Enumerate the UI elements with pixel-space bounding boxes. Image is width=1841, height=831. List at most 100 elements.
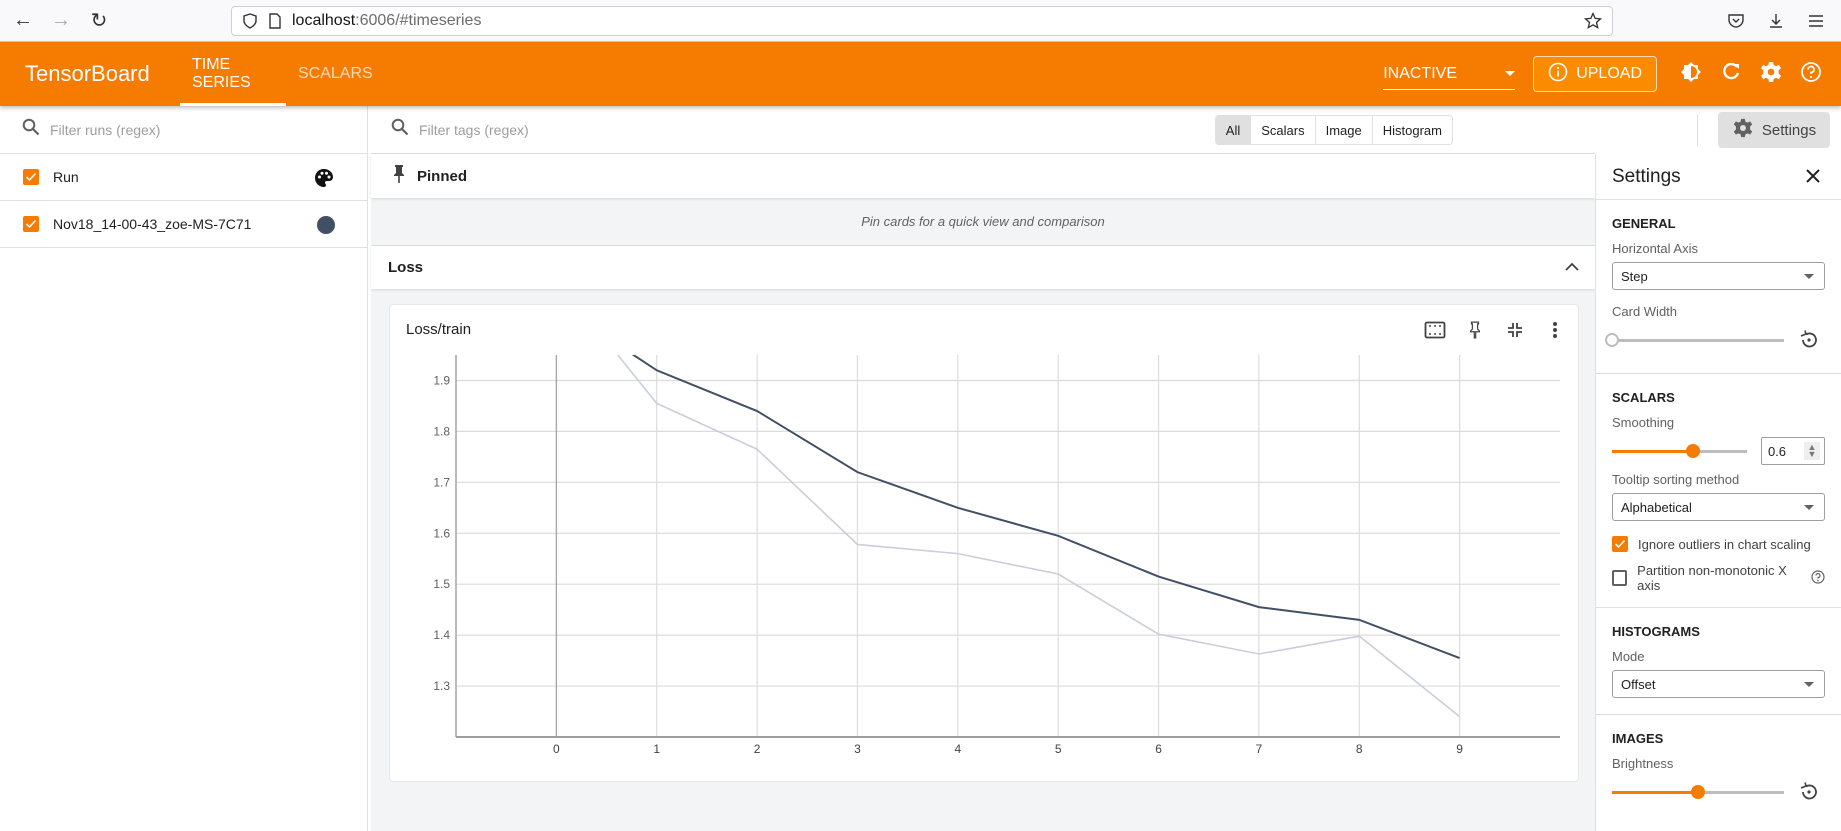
- x-tick-label: 1: [653, 742, 660, 756]
- ignore-outliers-checkbox[interactable]: [1612, 536, 1628, 552]
- run-row-all: Run: [0, 154, 367, 201]
- runs-sidebar: Run Nov18_14-00-43_zoe-MS-7C71: [0, 106, 368, 831]
- brightness-slider[interactable]: [1612, 784, 1784, 799]
- main-content: All Scalars Image Histogram Pinned Pin c…: [371, 106, 1595, 831]
- collapse-card-button[interactable]: [1502, 317, 1528, 343]
- brightness-label: Brightness: [1612, 756, 1674, 771]
- pin-card-button[interactable]: [1462, 317, 1488, 343]
- card-group-header[interactable]: Loss: [371, 246, 1595, 289]
- x-tick-label: 0: [553, 742, 560, 756]
- menu-icon[interactable]: [1803, 6, 1829, 36]
- smoothing-input[interactable]: 0.6 ▲ ▼: [1760, 437, 1825, 465]
- app-header: TensorBoard TIME SERIES SCALARS INACTIVE…: [0, 42, 1841, 106]
- run-checkbox[interactable]: [23, 216, 39, 232]
- reload-button[interactable]: ↻: [84, 6, 114, 36]
- section-heading: IMAGES: [1612, 731, 1664, 746]
- tag-filter-input[interactable]: [419, 121, 819, 138]
- smoothing-value: 0.6: [1767, 443, 1787, 459]
- partition-option[interactable]: Partition non-monotonic X axis: [1612, 561, 1825, 595]
- x-tick-label: 7: [1256, 742, 1263, 756]
- upload-label: UPLOAD: [1576, 65, 1642, 82]
- y-tick-label: 1.9: [433, 373, 450, 387]
- runs-filter-input[interactable]: [50, 121, 330, 138]
- pinned-empty-message: Pin cards for a quick view and compariso…: [371, 198, 1595, 246]
- card-title: Loss/train: [406, 321, 472, 338]
- reset-icon[interactable]: [1798, 781, 1820, 803]
- divider: [1697, 114, 1698, 146]
- pinned-section-header: Pinned: [371, 154, 1595, 198]
- loss-train-chart[interactable]: 1.3 1.4 1.5 1.6 1.7 1.8 1.9 0 1 2 3 4 5 6 7 8 9: [390, 349, 1580, 779]
- y-tick-label: 1.7: [433, 475, 450, 489]
- type-filter-scalars[interactable]: Scalars: [1251, 116, 1316, 144]
- more-vert-icon[interactable]: [1542, 317, 1568, 343]
- brightness-icon: [1679, 60, 1703, 89]
- type-filter-image[interactable]: Image: [1315, 116, 1373, 144]
- help-icon[interactable]: [1811, 569, 1825, 587]
- search-icon: [22, 118, 40, 141]
- brand-logo: TensorBoard: [25, 61, 150, 86]
- partition-checkbox[interactable]: [1612, 570, 1628, 586]
- settings-header-button[interactable]: [1751, 54, 1791, 94]
- tab-time-series[interactable]: TIME SERIES: [180, 42, 286, 106]
- plugin-select-value: INACTIVE: [1383, 64, 1457, 82]
- download-icon[interactable]: [1763, 6, 1789, 36]
- tooltip-sort-value: Alphabetical: [1621, 499, 1692, 515]
- group-title: Loss: [388, 259, 424, 276]
- settings-scalars: SCALARS Smoothing 0.6 ▲ ▼ Tooltip sorting…: [1596, 374, 1841, 608]
- pocket-icon[interactable]: [1723, 6, 1749, 36]
- fit-domain-button[interactable]: [1422, 317, 1448, 343]
- horizontal-axis-select[interactable]: Step: [1612, 262, 1825, 290]
- back-button[interactable]: ←: [8, 6, 38, 36]
- palette-icon[interactable]: [313, 167, 335, 194]
- type-filter-histogram[interactable]: Histogram: [1372, 116, 1452, 144]
- tooltip-sort-select[interactable]: Alphabetical: [1612, 493, 1825, 521]
- y-tick-label: 1.3: [433, 679, 450, 693]
- ignore-outliers-label: Ignore outliers in chart scaling: [1638, 536, 1811, 552]
- arrow-right-icon: →: [51, 9, 71, 31]
- run-checkbox-all[interactable]: [23, 169, 39, 185]
- settings-title: Settings: [1612, 165, 1681, 187]
- help-icon: [1800, 61, 1822, 88]
- plugin-select[interactable]: INACTIVE: [1383, 58, 1516, 90]
- upload-button[interactable]: UPLOAD: [1533, 56, 1657, 92]
- tab-scalars[interactable]: SCALARS: [286, 42, 385, 106]
- run-label: Run: [53, 169, 79, 185]
- help-button[interactable]: [1791, 54, 1831, 94]
- plugin-type-filter: All Scalars Image Histogram: [1214, 115, 1453, 145]
- smoothing-slider[interactable]: [1612, 443, 1747, 458]
- series-line-smoothed: [631, 355, 1460, 659]
- chevron-up-icon[interactable]: [1563, 258, 1581, 280]
- forward-button[interactable]: →: [46, 6, 76, 36]
- url-bar[interactable]: localhost:6006/#timeseries: [231, 6, 1613, 36]
- dark-mode-button[interactable]: [1671, 54, 1711, 94]
- section-heading: HISTOGRAMS: [1612, 624, 1700, 639]
- histogram-mode-label: Mode: [1612, 649, 1645, 664]
- ignore-outliers-option[interactable]: Ignore outliers in chart scaling: [1612, 527, 1825, 561]
- reset-icon[interactable]: [1798, 329, 1820, 351]
- x-tick-label: 2: [754, 742, 761, 756]
- section-heading: GENERAL: [1612, 216, 1676, 231]
- url-host: localhost: [292, 12, 356, 29]
- run-color-swatch[interactable]: [317, 216, 335, 234]
- shield-icon: [242, 13, 258, 29]
- histogram-mode-select[interactable]: Offset: [1612, 670, 1825, 698]
- settings-header: Settings: [1596, 154, 1841, 200]
- y-tick-label: 1.6: [433, 526, 450, 540]
- close-icon[interactable]: [1803, 166, 1823, 192]
- brightness-thumb[interactable]: [1691, 784, 1705, 799]
- type-filter-all[interactable]: All: [1215, 116, 1252, 144]
- search-icon: [391, 118, 409, 141]
- reload-icon: ↻: [90, 10, 108, 32]
- card-width-thumb[interactable]: [1605, 332, 1619, 347]
- color-dot-icon: [317, 216, 335, 234]
- histogram-mode-value: Offset: [1621, 676, 1656, 692]
- card-width-slider[interactable]: [1605, 332, 1784, 347]
- spinner-icon[interactable]: ▲ ▼: [1804, 442, 1820, 460]
- caret-down-icon: [1804, 681, 1814, 687]
- x-tick-label: 3: [854, 742, 861, 756]
- refresh-button[interactable]: [1711, 54, 1751, 94]
- smoothing-thumb[interactable]: [1685, 443, 1700, 458]
- gear-icon: [1759, 60, 1783, 89]
- bookmark-star-icon[interactable]: [1583, 11, 1603, 35]
- settings-toggle-button[interactable]: Settings: [1718, 112, 1830, 148]
